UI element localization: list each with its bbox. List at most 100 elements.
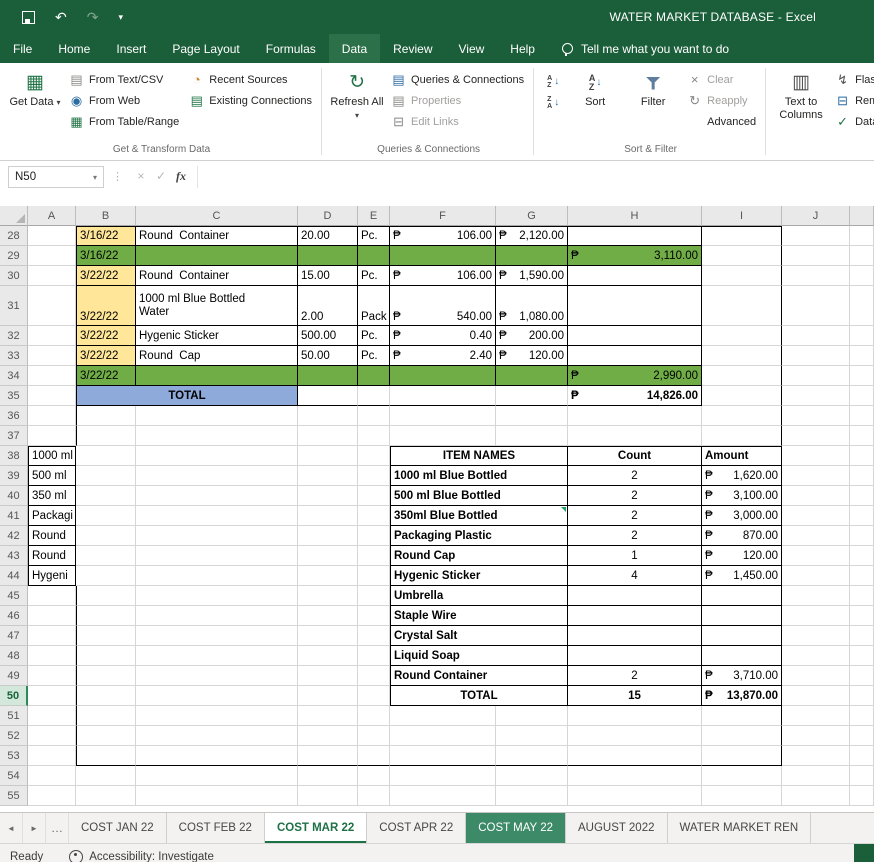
cell-J49[interactable] [782, 666, 850, 686]
row-header-37[interactable]: 37 [0, 426, 28, 446]
cell-C52[interactable] [136, 726, 298, 746]
cell-G36[interactable] [496, 406, 568, 426]
from-text-csv-button[interactable]: ▤ From Text/CSV [64, 69, 184, 90]
cell-F42[interactable]: Packaging Plastic [390, 526, 568, 546]
cell-I44[interactable]: ₱ 1,450.00 [702, 566, 782, 586]
cell-E49[interactable] [358, 666, 390, 686]
cell-B41[interactable] [76, 506, 136, 526]
cell-E38[interactable] [358, 446, 390, 466]
cell-D34[interactable] [298, 366, 358, 386]
cell-F37[interactable] [390, 426, 496, 446]
cell-A29[interactable] [28, 246, 76, 266]
get-data-button[interactable]: ▦ Get Data ▾ [6, 65, 64, 109]
cell-I52[interactable] [702, 726, 782, 746]
cell-H55[interactable] [568, 786, 702, 806]
cell-F32[interactable]: ₱ 0.40 [390, 326, 496, 346]
cell-I35[interactable] [702, 386, 782, 406]
cell-G29[interactable] [496, 246, 568, 266]
cell-F34[interactable] [390, 366, 496, 386]
cell-A30[interactable] [28, 266, 76, 286]
cell-J45[interactable] [782, 586, 850, 606]
cell-J54[interactable] [782, 766, 850, 786]
cell-H43[interactable]: 1 [568, 546, 702, 566]
cell-C45[interactable] [136, 586, 298, 606]
cell-C43[interactable] [136, 546, 298, 566]
cell-F45[interactable]: Umbrella [390, 586, 568, 606]
cell-D35[interactable] [298, 386, 358, 406]
cell-F33[interactable]: ₱ 2.40 [390, 346, 496, 366]
queries-connections-button[interactable]: ▤ Queries & Connections [386, 69, 529, 90]
formula-input[interactable] [197, 166, 874, 188]
cell-D48[interactable] [298, 646, 358, 666]
cell-E48[interactable] [358, 646, 390, 666]
sheet-nav-left-icon[interactable]: ◄ [0, 813, 23, 843]
column-header-B[interactable]: B [76, 206, 136, 226]
cell-H36[interactable] [568, 406, 702, 426]
cell-E36[interactable] [358, 406, 390, 426]
cell-J29[interactable] [782, 246, 850, 266]
cell-J35[interactable] [782, 386, 850, 406]
cell-G55[interactable] [496, 786, 568, 806]
cell-I36[interactable] [702, 406, 782, 426]
cell-D33[interactable]: 50.00 [298, 346, 358, 366]
cell-G28[interactable]: ₱ 2,120.00 [496, 226, 568, 246]
cell-C33[interactable]: Round Cap [136, 346, 298, 366]
cell-J33[interactable] [782, 346, 850, 366]
cell-H33[interactable] [568, 346, 702, 366]
cell-J52[interactable] [782, 726, 850, 746]
cell-E34[interactable] [358, 366, 390, 386]
cell-H45[interactable] [568, 586, 702, 606]
cell-H51[interactable] [568, 706, 702, 726]
cell-D32[interactable]: 500.00 [298, 326, 358, 346]
row-header-30[interactable]: 30 [0, 266, 28, 286]
cell-I49[interactable]: ₱ 3,710.00 [702, 666, 782, 686]
column-header-J[interactable]: J [782, 206, 850, 226]
cell-H50[interactable]: 15 [568, 686, 702, 706]
select-all-corner[interactable] [0, 206, 28, 226]
sheet-tab-august-2022[interactable]: AUGUST 2022 [566, 813, 668, 843]
cell-I33[interactable] [702, 346, 782, 366]
cell-A28[interactable] [28, 226, 76, 246]
sheet-tab-cost-mar-22[interactable]: COST MAR 22 [264, 813, 368, 843]
row-header-41[interactable]: 41 [0, 506, 28, 526]
advanced-filter-button[interactable]: Advanced [682, 111, 761, 132]
column-header-I[interactable]: I [702, 206, 782, 226]
cell-H41[interactable]: 2 [568, 506, 702, 526]
cell-A39[interactable]: 500 ml [28, 466, 76, 486]
data-validation-button[interactable]: ✓ Data Val [830, 111, 874, 132]
cell-F49[interactable]: Round Container [390, 666, 568, 686]
cell-E43[interactable] [358, 546, 390, 566]
cell-A46[interactable] [28, 606, 76, 626]
cell-B42[interactable] [76, 526, 136, 546]
row-header-45[interactable]: 45 [0, 586, 28, 606]
row-header-55[interactable]: 55 [0, 786, 28, 806]
cell-A32[interactable] [28, 326, 76, 346]
cell-B35[interactable]: TOTAL [76, 386, 298, 406]
menu-tab-page-layout[interactable]: Page Layout [159, 34, 252, 63]
name-box-caret-icon[interactable]: ▾ [93, 173, 97, 182]
cell-G37[interactable] [496, 426, 568, 446]
cell-A43[interactable]: Round [28, 546, 76, 566]
cell-C51[interactable] [136, 706, 298, 726]
cell-J32[interactable] [782, 326, 850, 346]
cell-D29[interactable] [298, 246, 358, 266]
cell-H31[interactable] [568, 286, 702, 326]
cell-E37[interactable] [358, 426, 390, 446]
menu-tab-home[interactable]: Home [45, 34, 103, 63]
from-table-range-button[interactable]: ▦ From Table/Range [64, 111, 184, 132]
cell-F30[interactable]: ₱ 106.00 [390, 266, 496, 286]
cell-D45[interactable] [298, 586, 358, 606]
cell-E42[interactable] [358, 526, 390, 546]
from-web-button[interactable]: ◉ From Web [64, 90, 184, 111]
cell-A52[interactable] [28, 726, 76, 746]
cell-E55[interactable] [358, 786, 390, 806]
cell-E44[interactable] [358, 566, 390, 586]
cell-I51[interactable] [702, 706, 782, 726]
cell-E46[interactable] [358, 606, 390, 626]
sheet-tab-cost-jan-22[interactable]: COST JAN 22 [69, 813, 167, 843]
cell-J47[interactable] [782, 626, 850, 646]
cell-A37[interactable] [28, 426, 76, 446]
cell-I34[interactable] [702, 366, 782, 386]
cell-C48[interactable] [136, 646, 298, 666]
cell-B46[interactable] [76, 606, 136, 626]
